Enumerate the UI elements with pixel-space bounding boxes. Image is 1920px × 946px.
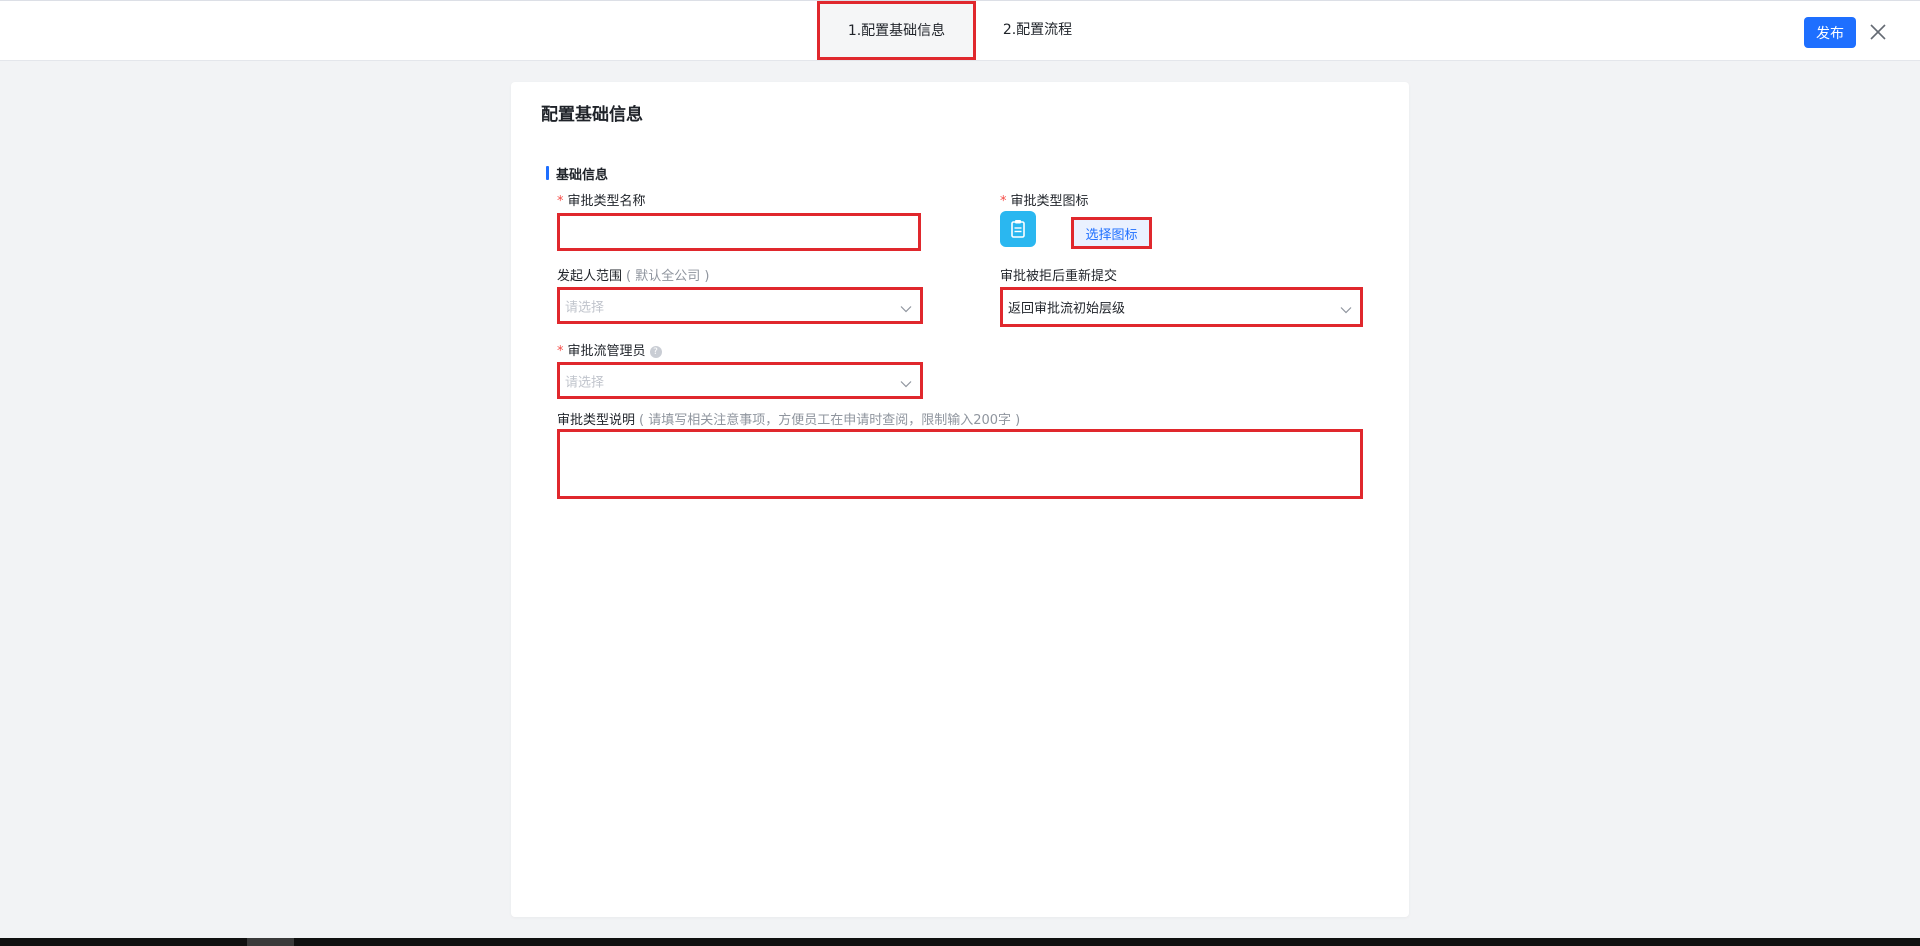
os-taskbar bbox=[0, 938, 1920, 946]
basic-info-card: 配置基础信息 基础信息 * 审批类型名称 * 审批类型图标 选择图标 发起人范围( … bbox=[511, 82, 1409, 917]
tab-configure-basic-info[interactable]: 1.配置基础信息 bbox=[817, 1, 976, 60]
initiator-scope-label: 发起人范围( 默认全公司 ) bbox=[557, 269, 710, 284]
tab-configure-flow[interactable]: 2.配置流程 bbox=[995, 1, 1080, 60]
required-star: * bbox=[1000, 194, 1007, 209]
taskbar-item[interactable] bbox=[247, 938, 294, 946]
description-label: 审批类型说明( 请填写相关注意事项，方便员工在申请时查阅，限制输入200字 ) bbox=[557, 413, 1021, 428]
top-bar: 1.配置基础信息 2.配置流程 发布 bbox=[0, 0, 1920, 61]
chevron-down-icon bbox=[900, 377, 912, 387]
close-icon[interactable] bbox=[1867, 21, 1889, 43]
approval-icon-label: * 审批类型图标 bbox=[1000, 194, 1089, 209]
initiator-scope-placeholder: 请选择 bbox=[565, 300, 605, 315]
flow-admin-placeholder: 请选择 bbox=[565, 375, 605, 390]
description-textarea[interactable] bbox=[557, 429, 1363, 499]
required-star: * bbox=[557, 194, 564, 209]
section-accent-bar bbox=[546, 166, 549, 180]
required-star: * bbox=[557, 344, 564, 359]
initiator-scope-select[interactable]: 请选择 bbox=[557, 287, 923, 324]
resubmit-select[interactable]: 返回审批流初始层级 bbox=[1000, 287, 1363, 327]
section-title-text: 基础信息 bbox=[556, 168, 609, 183]
resubmit-label: 审批被拒后重新提交 bbox=[1000, 269, 1118, 284]
question-icon[interactable]: ? bbox=[649, 345, 662, 358]
chevron-down-icon bbox=[900, 302, 912, 312]
approval-name-input[interactable] bbox=[557, 213, 921, 251]
flow-admin-select[interactable]: 请选择 bbox=[557, 362, 923, 399]
choose-icon-button[interactable]: 选择图标 bbox=[1071, 217, 1152, 249]
approval-name-label: * 审批类型名称 bbox=[557, 194, 646, 209]
resubmit-value: 返回审批流初始层级 bbox=[1008, 301, 1126, 317]
flow-admin-label: * 审批流管理员? bbox=[557, 340, 662, 359]
page-title: 配置基础信息 bbox=[541, 105, 643, 125]
section-title: 基础信息 bbox=[546, 164, 608, 183]
chevron-down-icon bbox=[1340, 303, 1352, 314]
publish-button[interactable]: 发布 bbox=[1804, 17, 1856, 48]
clipboard-icon bbox=[1000, 211, 1036, 247]
